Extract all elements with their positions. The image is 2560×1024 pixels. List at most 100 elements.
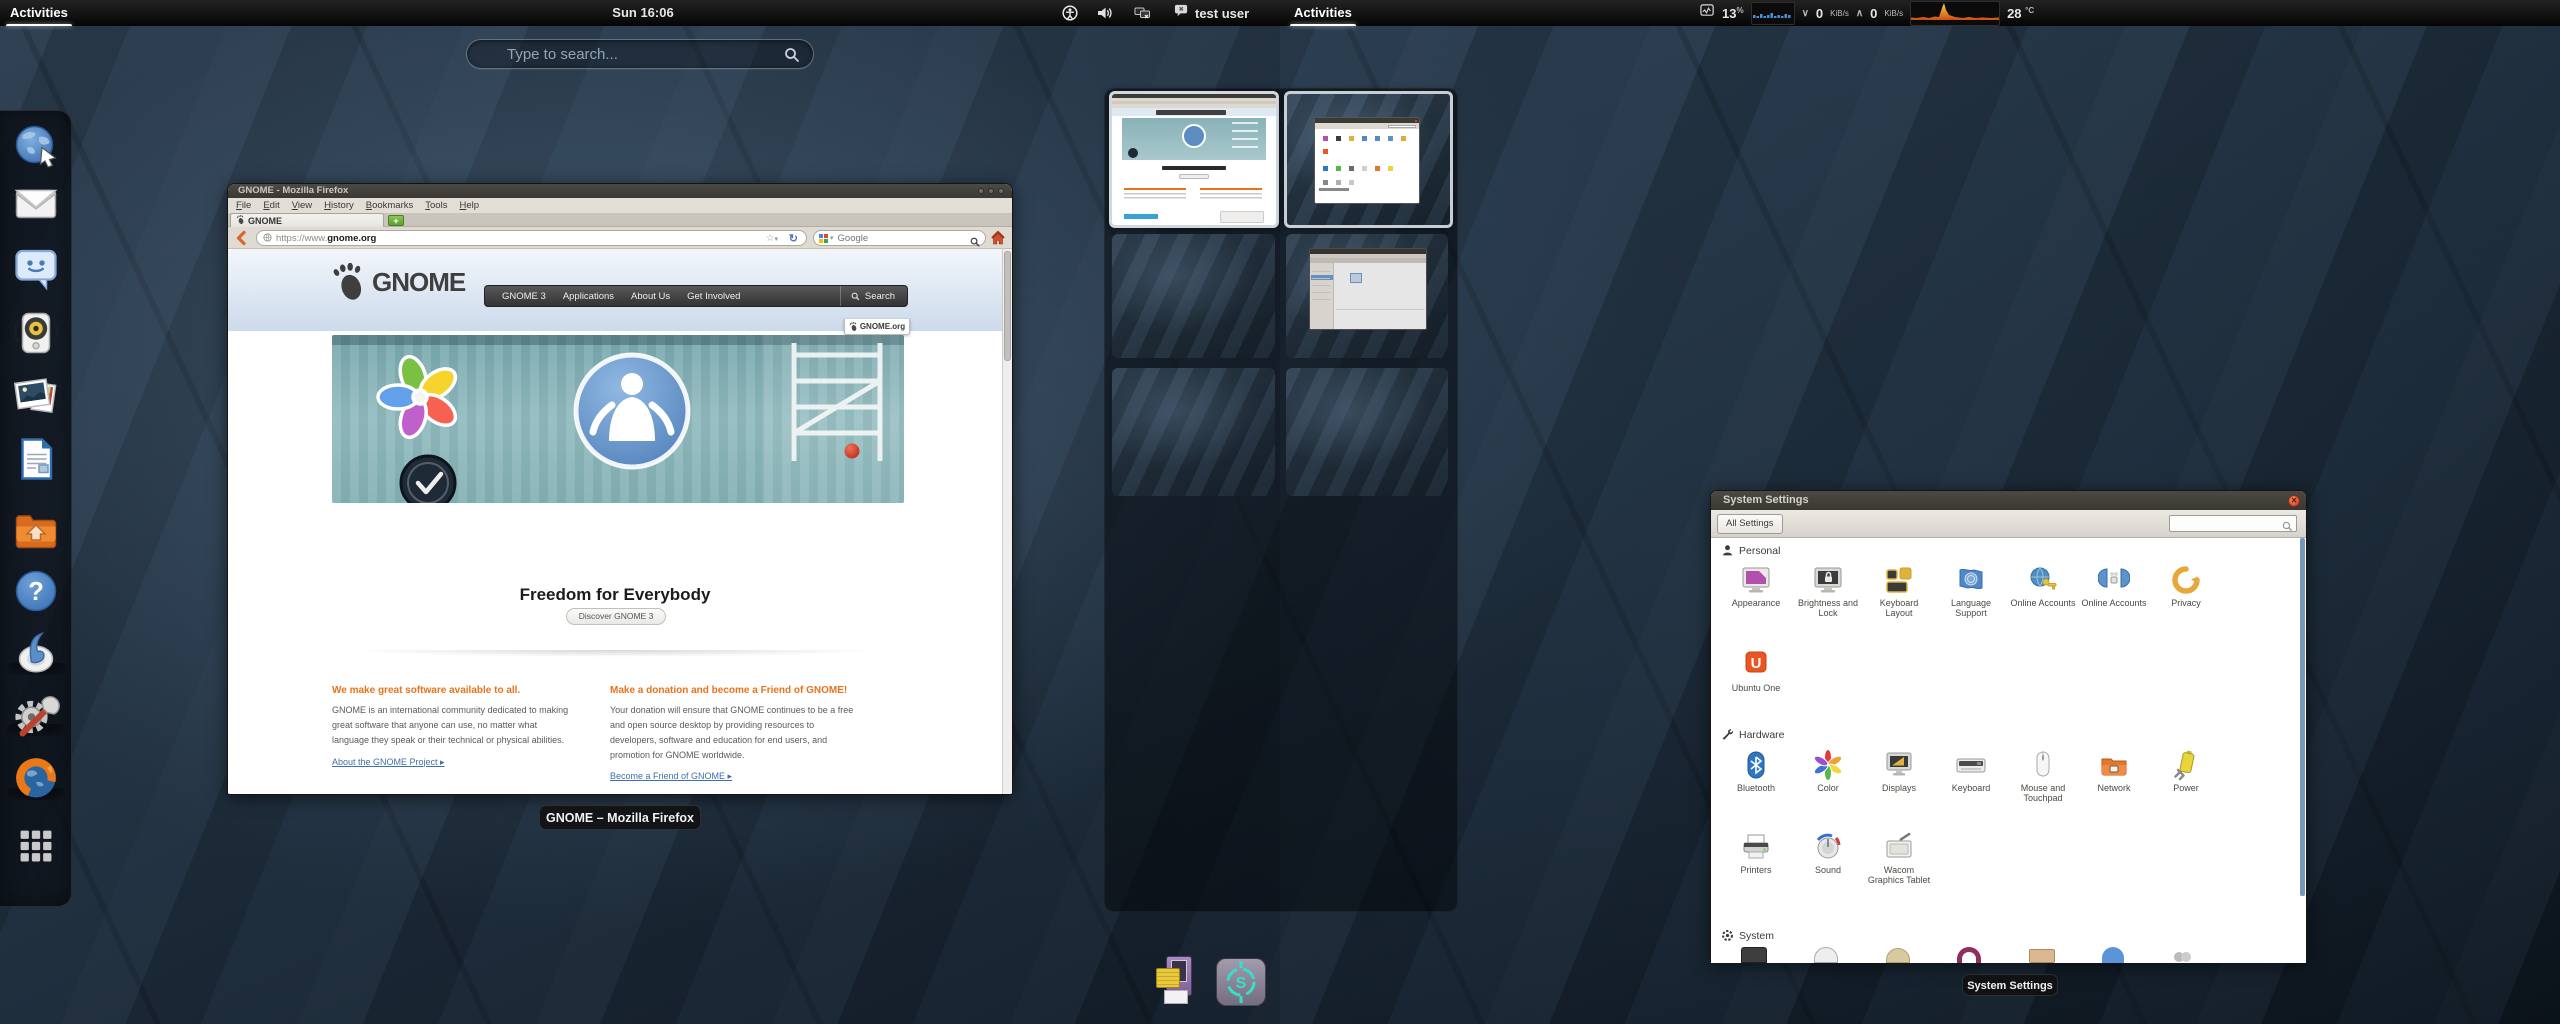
settings-item-keyboard[interactable]: Keyboard (1938, 749, 2004, 793)
activities-button-right[interactable]: Activities (1284, 0, 1362, 26)
workspace-thumbnail-2-left[interactable] (1112, 234, 1275, 358)
back-button[interactable] (234, 230, 250, 251)
settings-item-privacy[interactable]: Privacy (2153, 564, 2219, 608)
settings-item-sound[interactable]: Sound (1795, 831, 1861, 875)
displays-offline-icon[interactable] (1134, 5, 1151, 26)
discover-gnome3-button[interactable]: Discover GNOME 3 (566, 608, 666, 625)
accessibility-icon[interactable] (1062, 5, 1078, 26)
temperature-graph (1910, 1, 2000, 26)
menu-tools[interactable]: Tools (425, 200, 447, 211)
volume-icon[interactable] (1096, 5, 1112, 26)
workspace-thumbnail-2-right[interactable] (1286, 234, 1448, 358)
settings-search-input[interactable] (2170, 519, 2278, 534)
settings-item-color[interactable]: Color (1795, 749, 1861, 793)
mini-firefox-preview (1112, 94, 1276, 225)
hero-image (332, 335, 904, 503)
settings-item-network[interactable]: Network (2081, 749, 2147, 793)
menu-help[interactable]: Help (459, 200, 479, 211)
system-item-partial (2102, 947, 2124, 963)
site-search[interactable]: Search (840, 286, 907, 306)
settings-item-displays[interactable]: Displays (1866, 749, 1932, 793)
desktop: Activities Sun 16:06 test user Activitie… (0, 0, 2560, 1024)
tab-gnome[interactable]: GNOME (230, 213, 384, 227)
settings-item-online-accounts-2[interactable]: Online Accounts (2081, 564, 2147, 608)
firefox-window[interactable]: GNOME - Mozilla Firefox File Edit View H… (227, 183, 1013, 795)
workspace-thumbnail-3-left[interactable] (1112, 368, 1275, 496)
activities-button-left[interactable]: Activities (0, 0, 78, 26)
system-monitor-applet[interactable]: 13% ∨ 0 KiB/s ∧ 0 KiB/s 28 °C (1700, 0, 2034, 26)
search-engine-dropdown[interactable]: ▾ (830, 234, 834, 242)
user-menu[interactable]: test user (1174, 0, 1249, 26)
mini-files-preview (1309, 248, 1427, 330)
dash-item-writer-icon[interactable] (12, 435, 60, 483)
search-icon (784, 47, 800, 68)
site-logo[interactable]: GNOME (330, 263, 465, 301)
menu-edit[interactable]: Edit (263, 200, 279, 211)
nav-gnome3[interactable]: GNOME 3 (502, 291, 546, 302)
tray-card-reader-icon[interactable] (1156, 956, 1196, 1006)
page-scrollbar[interactable] (1002, 249, 1012, 795)
url-bar[interactable]: https://www.gnome.org ☆▾ ↻ (256, 230, 807, 246)
settings-item-language-support[interactable]: Language Support (1938, 564, 2004, 619)
minimize-button[interactable] (978, 188, 984, 194)
settings-item-mouse-touchpad[interactable]: Mouse and Touchpad (2010, 749, 2076, 804)
dash-item-photos-icon[interactable] (12, 372, 60, 420)
settings-item-bluetooth[interactable]: Bluetooth (1723, 749, 1789, 793)
settings-item-wacom[interactable]: Wacom Graphics Tablet (1866, 831, 1932, 886)
dash-item-firefox-icon[interactable] (12, 754, 60, 802)
about-gnome-link[interactable]: About the GNOME Project ▸ (332, 757, 445, 768)
page-content: GNOME GNOME 3 Applications About Us Get … (228, 249, 1012, 795)
settings-item-printers[interactable]: Printers (1723, 831, 1789, 875)
dash-item-application-grid-icon[interactable] (17, 827, 55, 865)
tray-synergy-icon[interactable]: S (1216, 958, 1266, 1006)
menu-history[interactable]: History (324, 200, 354, 211)
maximize-button[interactable] (988, 188, 994, 194)
system-settings-window[interactable]: System Settings ✕ All Settings Personal … (1710, 490, 2307, 962)
menu-bookmarks[interactable]: Bookmarks (366, 200, 414, 211)
system-item-partial (1957, 947, 1981, 963)
url-domain: gnome.org (327, 233, 376, 244)
nav-about-us[interactable]: About Us (631, 291, 670, 302)
dash-item-email-icon[interactable] (12, 180, 60, 228)
menu-view[interactable]: View (292, 200, 312, 211)
settings-item-appearance[interactable]: Appearance (1723, 564, 1789, 608)
home-button[interactable] (990, 230, 1006, 251)
dash-item-system-tools-icon[interactable] (12, 690, 60, 738)
tab-bar: GNOME + (228, 213, 1012, 227)
dash-item-web-browser[interactable] (12, 122, 60, 170)
svg-text:S: S (1236, 975, 1247, 992)
settings-item-online-accounts[interactable]: Online Accounts (2010, 564, 2076, 608)
bookmark-gnome-org[interactable]: GNOME.org (844, 319, 910, 335)
dash-item-music-icon[interactable] (12, 309, 60, 357)
close-icon[interactable]: ✕ (2288, 495, 2300, 507)
paper-sheet (1164, 990, 1188, 1004)
settings-item-keyboard-layout[interactable]: Keyboard Layout (1866, 564, 1932, 619)
workspace-thumbnail-1-right[interactable] (1284, 91, 1453, 228)
scrollbar-thumb[interactable] (1004, 251, 1011, 361)
settings-item-ubuntu-one[interactable]: U Ubuntu One (1723, 649, 1789, 693)
settings-item-brightness-lock[interactable]: Brightness and Lock (1795, 564, 1861, 619)
settings-item-power[interactable]: Power (2153, 749, 2219, 793)
google-logo-icon (819, 234, 828, 243)
bookmark-star-icon[interactable]: ☆▾ (766, 233, 778, 244)
search-input[interactable] (467, 40, 813, 68)
dash-item-banshee-icon[interactable] (12, 629, 60, 677)
workspace-thumbnail-1-left[interactable] (1109, 91, 1279, 228)
nav-get-involved[interactable]: Get Involved (687, 291, 740, 302)
dash-item-help-icon[interactable]: ? (12, 567, 60, 615)
all-settings-button[interactable]: All Settings (1717, 514, 1783, 534)
web-search-field[interactable]: ▾ (813, 230, 986, 246)
menu-file[interactable]: File (236, 200, 251, 211)
dash-item-home-folder-icon[interactable] (12, 507, 60, 555)
web-search-input[interactable] (838, 233, 948, 244)
firefox-titlebar: GNOME - Mozilla Firefox (228, 184, 1012, 198)
clock-menu[interactable]: Sun 16:06 (598, 0, 688, 26)
nav-applications[interactable]: Applications (563, 291, 614, 302)
new-tab-button[interactable]: + (388, 215, 404, 226)
close-button[interactable] (998, 188, 1004, 194)
settings-scrollbar[interactable] (2300, 538, 2305, 896)
workspace-thumbnail-3-right[interactable] (1286, 368, 1448, 496)
friend-of-gnome-link[interactable]: Become a Friend of GNOME ▸ (610, 771, 732, 782)
reload-icon[interactable]: ↻ (789, 232, 798, 245)
dash-item-chat-icon[interactable] (12, 245, 60, 293)
